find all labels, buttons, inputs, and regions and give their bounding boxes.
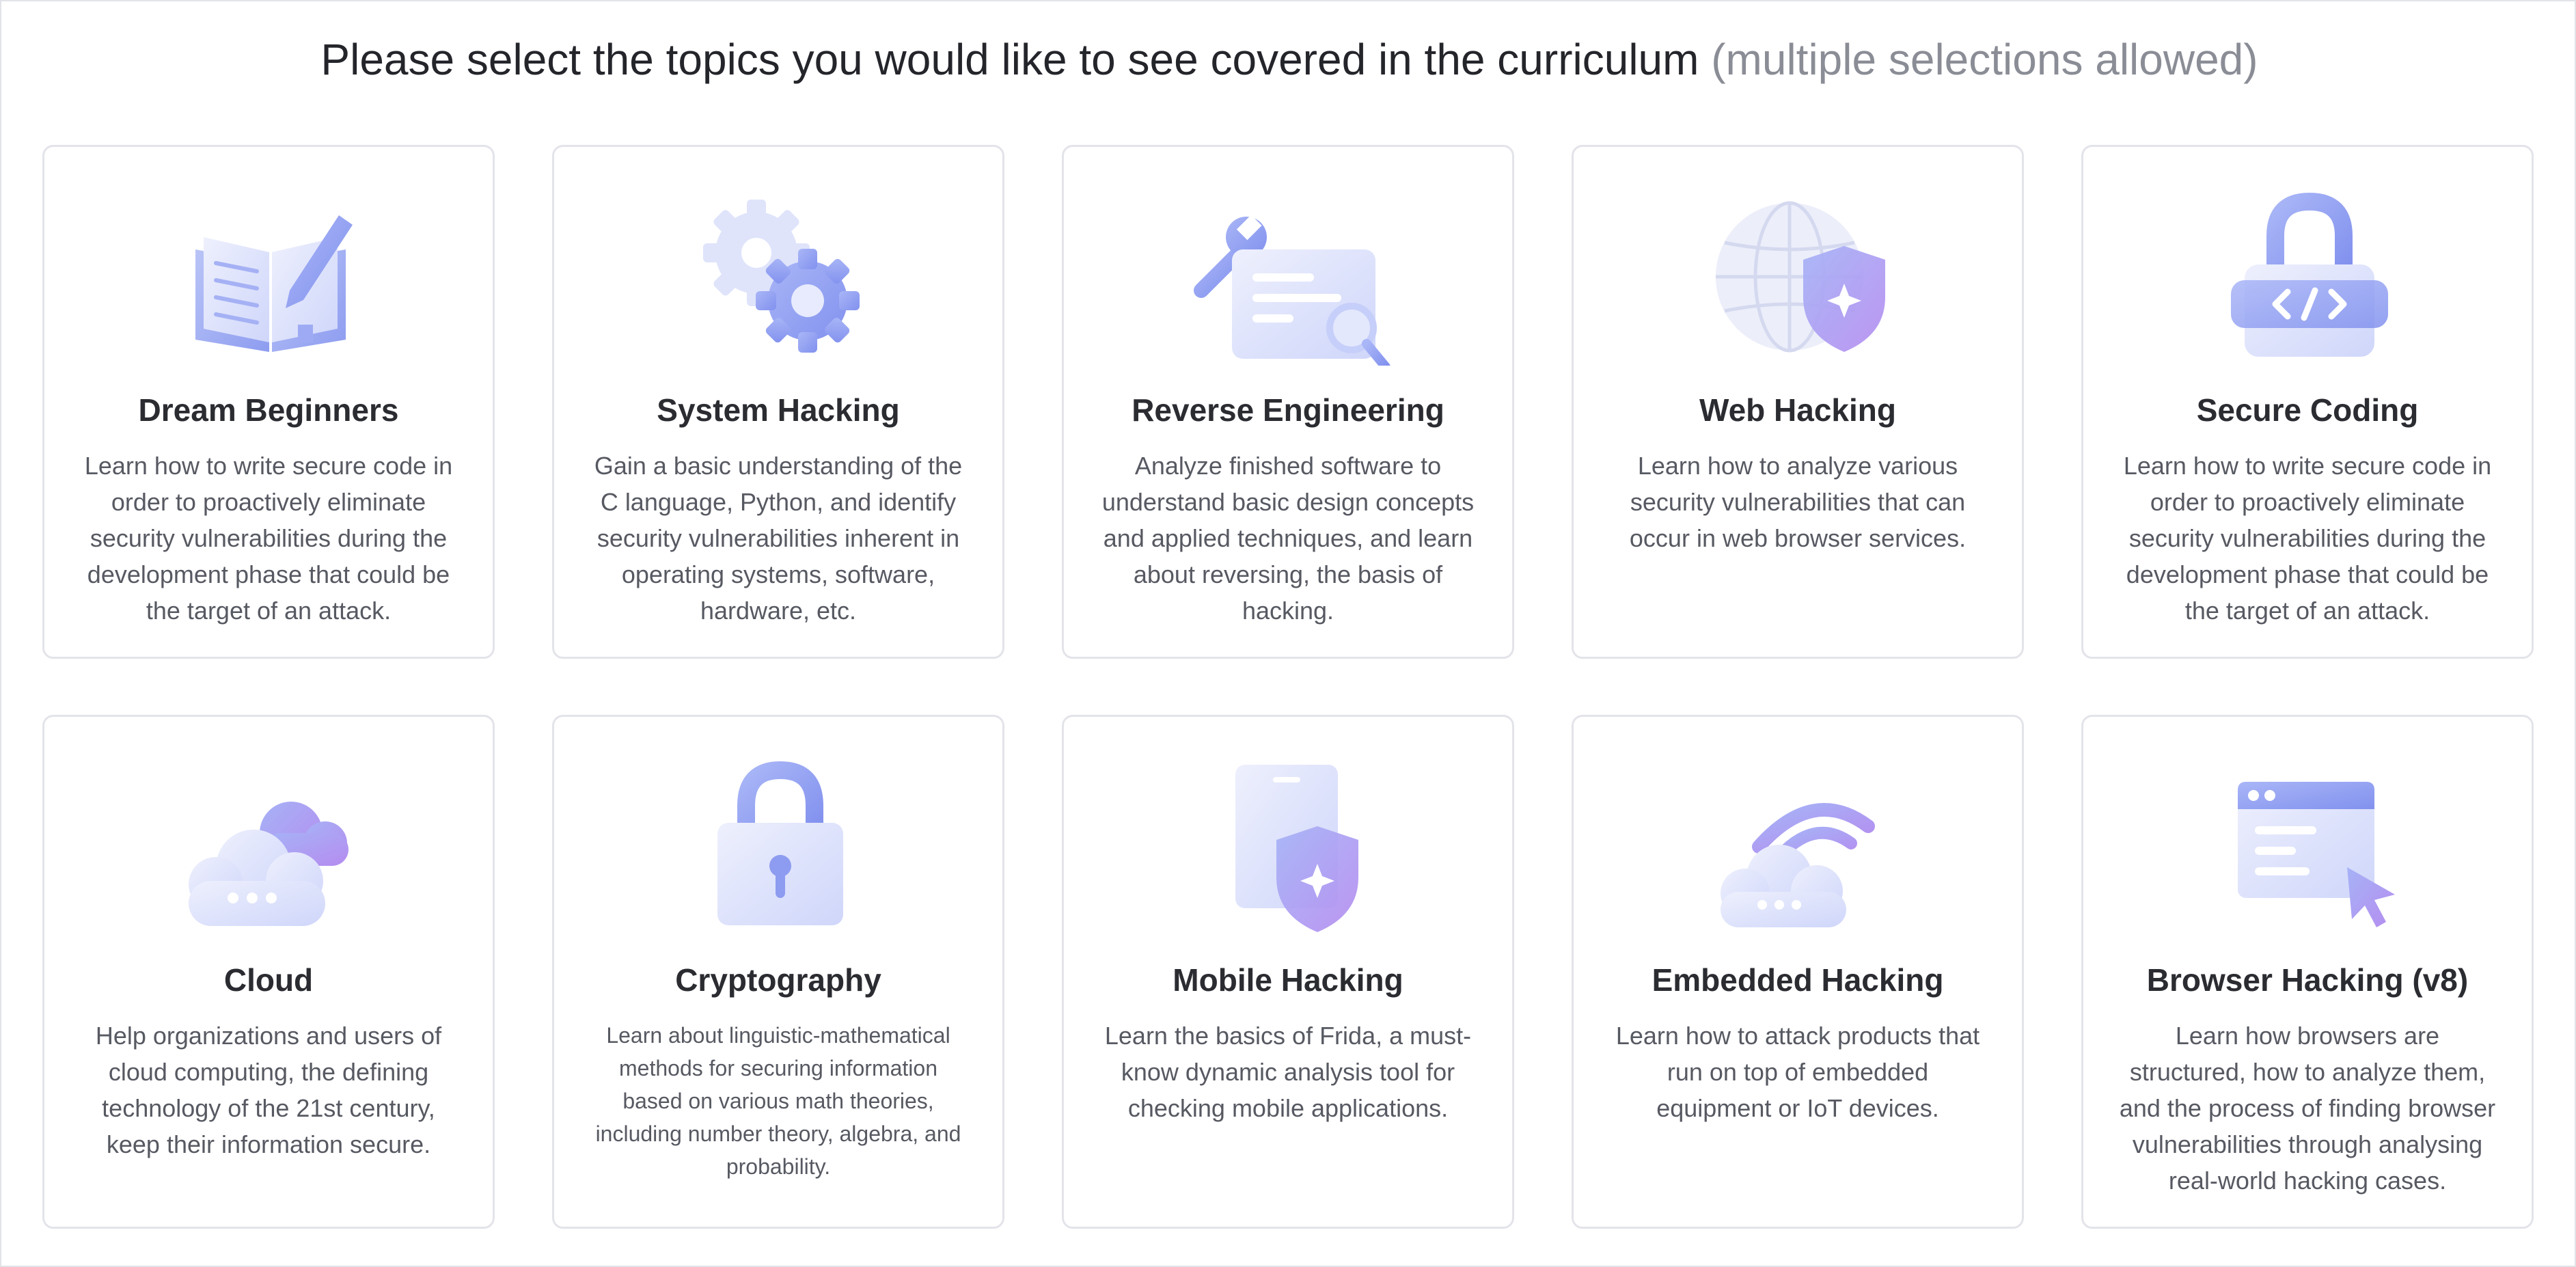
topic-description: Help organizations and users of cloud co… (95, 1022, 442, 1158)
topic-description: Learn about linguistic-mathematical meth… (595, 1023, 961, 1179)
topic-card-secure-coding[interactable]: Secure Coding Learn how to write secure … (2081, 145, 2534, 659)
topic-card-web-hacking[interactable]: Web Hacking Learn how to analyze various… (1572, 145, 2024, 659)
wrench-document-icon (1188, 188, 1393, 366)
cloud-wifi-icon (1697, 758, 1902, 936)
topic-card-cryptography[interactable]: Cryptography Learn about linguistic-math… (552, 715, 1004, 1229)
topic-title: System Hacking (657, 392, 900, 428)
title-text: Please select the topics you would like … (320, 35, 1699, 84)
topic-description: Learn how to write secure code in order … (84, 452, 453, 625)
topic-title: Embedded Hacking (1652, 962, 1944, 998)
topic-title: Cryptography (675, 962, 881, 998)
topic-description: Analyze finished software to understand … (1101, 452, 1475, 625)
padlock-icon (678, 758, 883, 936)
topic-card-reverse-engineering[interactable]: Reverse Engineering Analyze finished sof… (1062, 145, 1514, 659)
cloud-icon (168, 758, 373, 936)
topic-title: Reverse Engineering (1132, 392, 1444, 428)
topic-title: Cloud (223, 962, 314, 998)
topic-description: Learn how browsers are structured, how t… (2119, 1022, 2496, 1195)
topic-title: Web Hacking (1699, 392, 1896, 428)
gears-icon (678, 188, 883, 366)
topic-card-dream-beginners[interactable]: Dream Beginners Learn how to write secur… (42, 145, 495, 659)
topic-description: Learn the basics of Frida, a must-know d… (1104, 1022, 1472, 1122)
title-hint: (multiple selections allowed) (1711, 35, 2258, 84)
book-pencil-icon (168, 188, 373, 366)
topic-title: Dream Beginners (138, 392, 399, 428)
topic-card-cloud[interactable]: Cloud Help organizations and users of cl… (42, 715, 495, 1229)
topic-grid: Dream Beginners Learn how to write secur… (42, 145, 2534, 1229)
topic-title: Mobile Hacking (1173, 962, 1403, 998)
globe-shield-icon (1697, 188, 1902, 366)
topic-card-embedded-hacking[interactable]: Embedded Hacking Learn how to attack pro… (1572, 715, 2024, 1229)
topic-card-mobile-hacking[interactable]: Mobile Hacking Learn the basics of Frida… (1062, 715, 1514, 1229)
topic-title: Browser Hacking (v8) (2146, 962, 2469, 998)
topic-description: Gain a basic understanding of the C lang… (594, 452, 963, 625)
topic-title: Secure Coding (2196, 392, 2419, 428)
page-title: Please select the topics you would like … (1, 29, 2576, 90)
topic-card-system-hacking[interactable]: System Hacking Gain a basic understandin… (552, 145, 1004, 659)
phone-shield-icon (1188, 758, 1393, 936)
topic-description: Learn how to attack products that run on… (1615, 1022, 1980, 1122)
code-lock-icon (2207, 188, 2412, 366)
topic-card-browser-hacking[interactable]: Browser Hacking (v8) Learn how browsers … (2081, 715, 2534, 1229)
topic-description: Learn how to analyze various security vu… (1629, 452, 1967, 552)
topic-description: Learn how to write secure code in order … (2123, 452, 2492, 625)
browser-cursor-icon (2207, 758, 2412, 936)
